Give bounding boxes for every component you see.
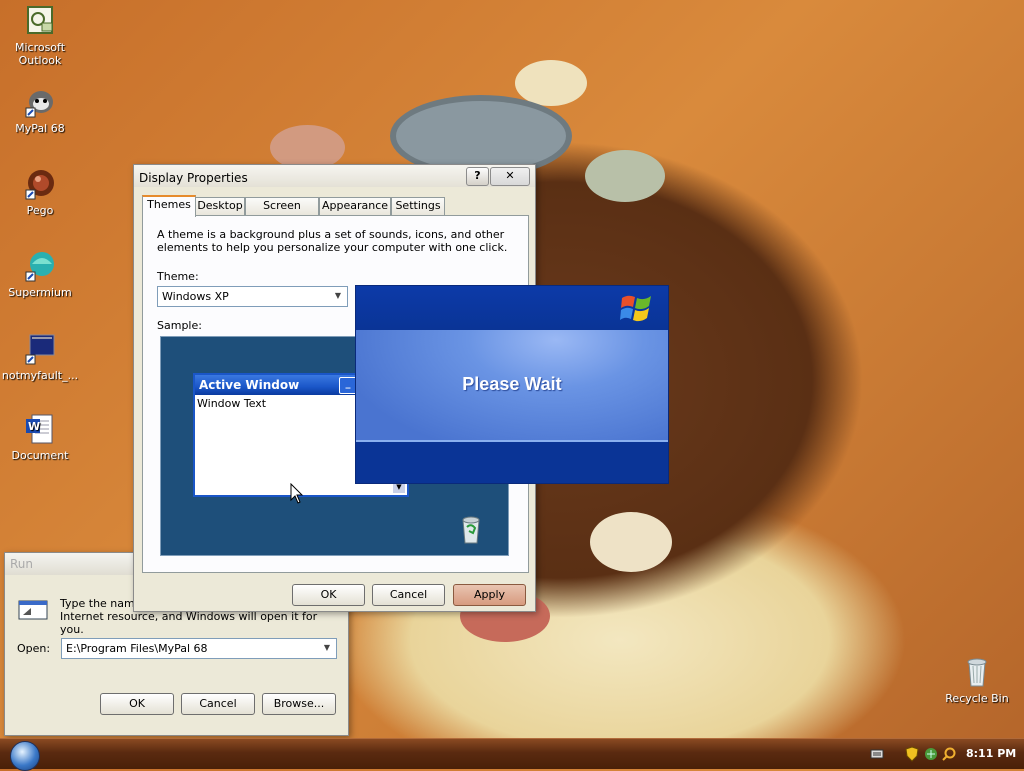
theme-value: Windows XP (162, 290, 229, 303)
outlook-icon (24, 5, 56, 37)
recycle-bin-icon (961, 656, 993, 688)
sample-label: Sample: (157, 319, 202, 332)
tab-desktop[interactable]: Desktop (195, 197, 245, 215)
splash-center-band: Please Wait (356, 330, 668, 440)
desktop-icon-document[interactable]: W Document (0, 413, 80, 462)
help-button[interactable]: ? (466, 167, 489, 186)
cancel-button[interactable]: Cancel (372, 584, 445, 606)
svg-text:W: W (28, 420, 40, 433)
desktop-icon-label: Pego (26, 204, 54, 217)
wallpaper-dot (585, 150, 665, 202)
supermium-icon (24, 250, 56, 282)
desktop-icon-label: Document (11, 449, 69, 462)
splash-bottom-bar (356, 442, 668, 483)
desktop-icon-outlook[interactable]: Microsoft Outlook (0, 5, 80, 67)
mypal-icon (24, 86, 56, 118)
display-properties-titlebar[interactable]: Display Properties ? ✕ (134, 165, 535, 187)
windows-flag-icon (620, 292, 656, 327)
keyboard-icon[interactable] (870, 748, 884, 763)
notmyfault-icon (24, 333, 56, 365)
run-icon (17, 597, 51, 623)
desktop-icon-label: notmyfault_... (1, 369, 79, 382)
start-button[interactable] (10, 741, 40, 771)
desktop-icon-label: Recycle Bin (945, 692, 1009, 705)
apply-button[interactable]: Apply (453, 584, 526, 606)
mouse-cursor-icon (290, 482, 304, 508)
sample-window-title: Active Window (199, 378, 300, 392)
recycle-bin-icon (457, 515, 485, 548)
tab-screen-saver[interactable]: Screen Saver (245, 197, 319, 228)
desktop-icon-label: Supermium (8, 286, 72, 299)
desktop-icon-label: Microsoft Outlook (14, 41, 66, 67)
tab-settings[interactable]: Settings (391, 197, 445, 215)
run-ok-button[interactable]: OK (100, 693, 174, 715)
run-open-combobox[interactable]: E:\Program Files\MyPal 68 ▼ (61, 638, 337, 659)
run-open-label: Open: (17, 642, 51, 655)
run-title: Run (10, 557, 34, 571)
desktop-icon-recycle-bin[interactable]: Recycle Bin (935, 656, 1019, 705)
display-properties-title: Display Properties (139, 171, 248, 185)
security-shield-icon[interactable] (905, 746, 919, 765)
ok-button[interactable]: OK (292, 584, 365, 606)
clock[interactable]: 8:11 PM (966, 747, 1016, 760)
pego-icon (24, 168, 56, 200)
taskbar: 8:11 PM (0, 738, 1024, 771)
themes-description: A theme is a background plus a set of so… (157, 228, 508, 254)
wallpaper-dot (590, 512, 672, 572)
word-document-icon: W (24, 413, 56, 445)
desktop-icon-supermium[interactable]: Supermium (0, 250, 80, 299)
tab-appearance[interactable]: Appearance (319, 197, 391, 215)
desktop-icon-label: MyPal 68 (15, 122, 65, 135)
network-icon[interactable] (923, 746, 939, 765)
chevron-down-icon[interactable]: ▼ (331, 289, 345, 303)
please-wait-message: Please Wait (462, 374, 562, 394)
theme-label: Theme: (157, 270, 199, 283)
wallpaper-dot (515, 60, 587, 106)
search-icon[interactable] (941, 746, 957, 765)
close-button[interactable]: ✕ (490, 167, 530, 186)
theme-combobox[interactable]: Windows XP ▼ (157, 286, 348, 307)
desktop-icon-notmyfault[interactable]: notmyfault_... (0, 333, 80, 382)
run-cancel-button[interactable]: Cancel (181, 693, 255, 715)
please-wait-splash: Please Wait (355, 285, 669, 484)
desktop-icon-pego[interactable]: Pego (0, 168, 80, 217)
chevron-down-icon[interactable]: ▼ (320, 641, 334, 655)
run-browse-button[interactable]: Browse... (262, 693, 336, 715)
run-open-value: E:\Program Files\MyPal 68 (66, 642, 208, 655)
desktop-icon-mypal[interactable]: MyPal 68 (0, 86, 80, 135)
tab-themes[interactable]: Themes (142, 195, 196, 217)
